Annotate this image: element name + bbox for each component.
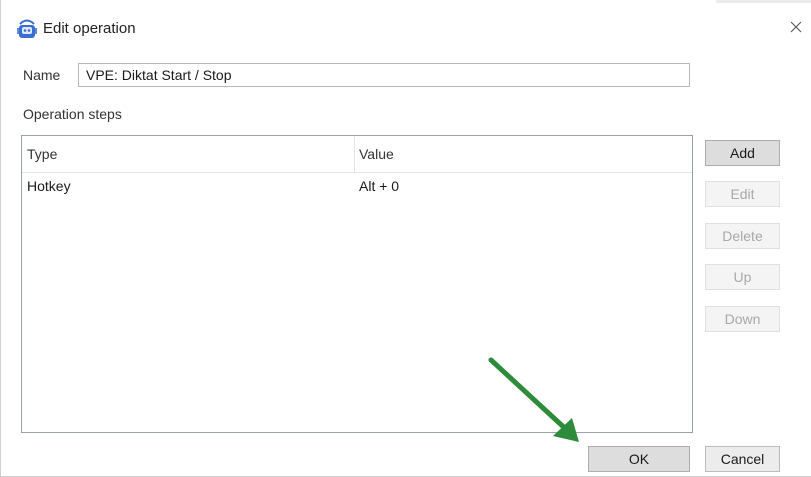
down-button[interactable]: Down (705, 306, 780, 332)
name-label: Name (23, 67, 61, 83)
name-input[interactable] (78, 63, 690, 87)
ok-button[interactable]: OK (588, 446, 690, 472)
column-header-type[interactable]: Type (27, 146, 57, 162)
green-arrow-annotation-icon (488, 357, 579, 442)
close-button[interactable] (781, 14, 811, 40)
column-header-value[interactable]: Value (359, 146, 394, 162)
close-icon (790, 21, 802, 33)
app-icon (16, 18, 38, 40)
edit-operation-dialog: Edit operation Name Operation steps Type… (0, 0, 811, 477)
cancel-button[interactable]: Cancel (705, 446, 780, 472)
list-header: Type Value (22, 136, 692, 173)
column-divider[interactable] (354, 136, 355, 172)
title-bar: Edit operation (1, 0, 811, 54)
operation-steps-label: Operation steps (23, 106, 122, 122)
row-value-cell: Alt + 0 (359, 178, 400, 194)
row-type-cell: Hotkey (27, 178, 71, 194)
up-button[interactable]: Up (705, 264, 780, 290)
delete-button[interactable]: Delete (705, 223, 780, 249)
add-button[interactable]: Add (705, 140, 780, 166)
dialog-title: Edit operation (43, 20, 136, 37)
edit-button[interactable]: Edit (705, 181, 780, 207)
table-row[interactable]: Hotkey Alt + 0 (22, 173, 692, 199)
operation-steps-list[interactable]: Type Value Hotkey Alt + 0 (21, 135, 693, 433)
